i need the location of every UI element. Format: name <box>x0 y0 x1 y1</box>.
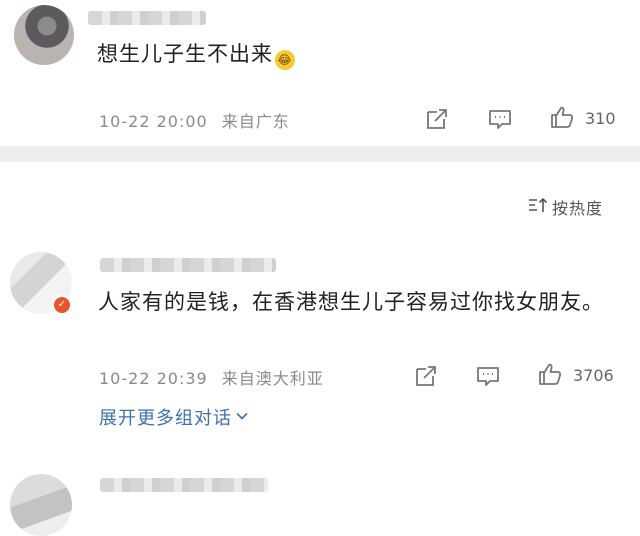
like-icon[interactable] <box>537 361 563 387</box>
laughing-crying-emoji-icon: 😂 <box>275 50 295 70</box>
comment-icon[interactable] <box>475 363 501 389</box>
expand-label: 展开更多组对话 <box>99 408 232 429</box>
comment-icon[interactable] <box>487 106 513 132</box>
username-blurred[interactable] <box>100 258 276 272</box>
sort-icon <box>528 196 548 218</box>
comment-meta: 10-22 20:00 来自广东 <box>99 108 290 132</box>
comment-location: 来自广东 <box>221 112 290 131</box>
chevron-down-icon <box>235 407 249 428</box>
like-icon[interactable] <box>549 104 575 130</box>
comment-date: 10-22 20:39 <box>99 369 208 388</box>
comment-meta: 10-22 20:39 来自澳大利亚 <box>99 365 324 389</box>
share-icon[interactable] <box>424 106 450 132</box>
section-divider <box>0 146 640 162</box>
avatar[interactable] <box>10 474 72 536</box>
comment-date: 10-22 20:00 <box>99 112 208 131</box>
sort-label: 按热度 <box>552 199 604 218</box>
share-icon[interactable] <box>413 363 439 389</box>
verified-badge-icon: ✓ <box>52 295 72 315</box>
username-blurred[interactable] <box>100 478 268 492</box>
comment-body: 想生儿子生不出来 <box>97 42 273 66</box>
comment-location: 来自澳大利亚 <box>221 369 324 388</box>
like-count: 310 <box>585 109 616 128</box>
like-count: 3706 <box>573 366 614 385</box>
expand-conversation-link[interactable]: 展开更多组对话 <box>99 404 249 430</box>
sort-by-hot-button[interactable]: 按热度 <box>528 195 603 219</box>
avatar[interactable] <box>14 5 74 65</box>
username-blurred[interactable] <box>88 11 206 25</box>
comment-text: 想生儿子生不出来 😂 <box>97 37 617 71</box>
comment-text: 人家有的是钱，在香港想生儿子容易过你找女朋友。 <box>98 290 604 314</box>
